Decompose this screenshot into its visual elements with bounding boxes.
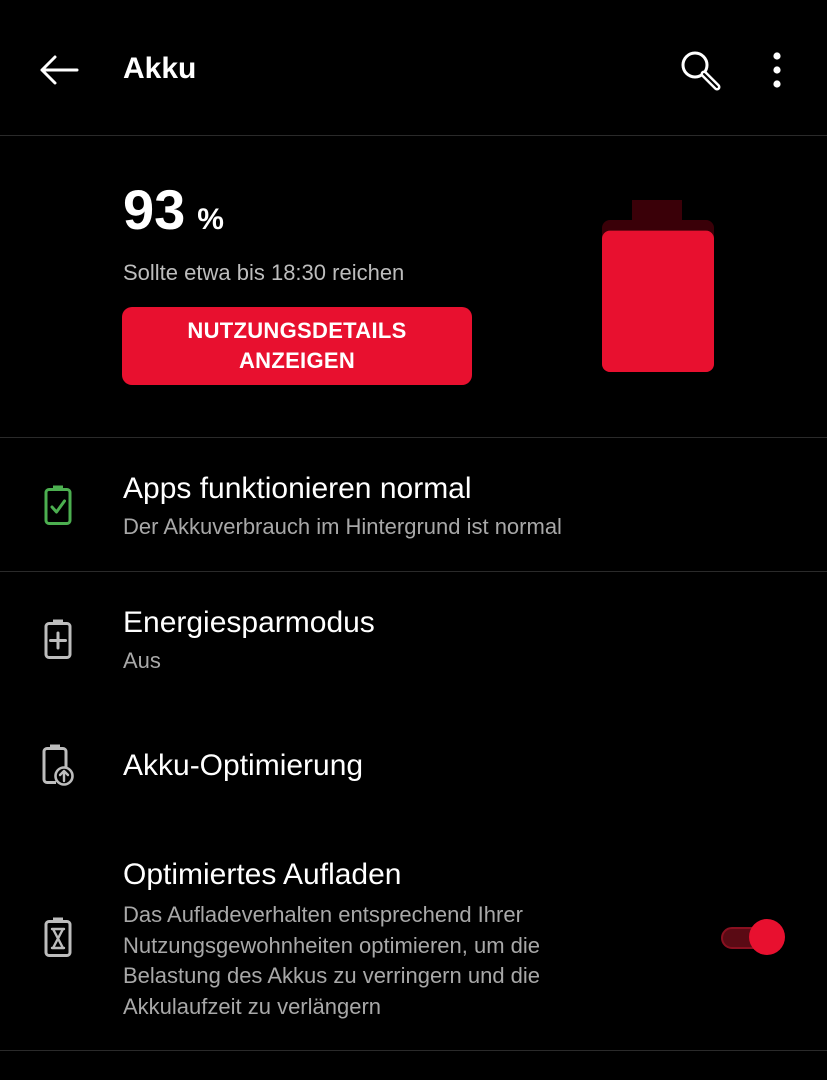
page-title: Akku: [123, 52, 197, 85]
more-options-button[interactable]: [752, 44, 802, 96]
battery-check-icon: [44, 485, 72, 525]
header-divider: [0, 135, 827, 136]
item-subtitle-line: Akkulaufzeit zu verlängern: [123, 993, 382, 1019]
battery-optimize-icon: [42, 744, 74, 786]
item-title: Akku-Optimierung: [123, 749, 364, 782]
list-item-battery-optimization[interactable]: Akku-Optimierung: [0, 703, 827, 833]
more-vertical-icon: [773, 52, 781, 88]
item-title: Apps funktionieren normal: [123, 472, 472, 505]
battery-fill: [602, 230, 714, 372]
battery-plus-icon: [44, 619, 72, 659]
optimized-charging-toggle[interactable]: [719, 917, 789, 957]
item-subtitle: Der Akkuverbrauch im Hintergrund ist nor…: [123, 514, 562, 539]
item-title: Energiesparmodus: [123, 606, 375, 639]
usage-details-label-line1: NUTZUNGSDETAILS: [187, 318, 407, 343]
battery-estimate: Sollte etwa bis 18:30 reichen: [123, 260, 405, 285]
bottom-divider: [0, 1050, 827, 1051]
list-item-optimized-charging[interactable]: Optimiertes Aufladen Das Aufladeverhalte…: [0, 834, 827, 1050]
battery-percent-unit: %: [197, 203, 224, 236]
list-item-app-status[interactable]: Apps funktionieren normal Der Akkuverbra…: [0, 438, 827, 570]
item-subtitle-line: Das Aufladeverhalten entsprechend Ihrer: [123, 902, 523, 927]
battery-hourglass-icon: [44, 917, 72, 957]
back-button[interactable]: [30, 46, 86, 94]
search-icon: [681, 51, 721, 91]
arrow-left-icon: [40, 55, 79, 85]
item-subtitle-line: Belastung des Akkus zu verringern und di…: [123, 963, 541, 988]
item-title: Optimiertes Aufladen: [123, 858, 402, 891]
battery-percent-value: 93: [123, 178, 186, 241]
battery-percentage: 93 %: [123, 182, 224, 238]
toggle-thumb: [749, 919, 785, 955]
item-subtitle-line: Nutzungsgewohnheiten optimieren, um die: [123, 932, 541, 958]
item-subtitle: Aus: [123, 648, 161, 673]
battery-level-icon: [602, 200, 714, 372]
usage-details-label-line2: ANZEIGEN: [238, 348, 356, 373]
search-button[interactable]: [672, 44, 728, 96]
usage-details-button[interactable]: NUTZUNGSDETAILS ANZEIGEN: [122, 307, 472, 385]
list-item-power-saving[interactable]: Energiesparmodus Aus: [0, 572, 827, 702]
